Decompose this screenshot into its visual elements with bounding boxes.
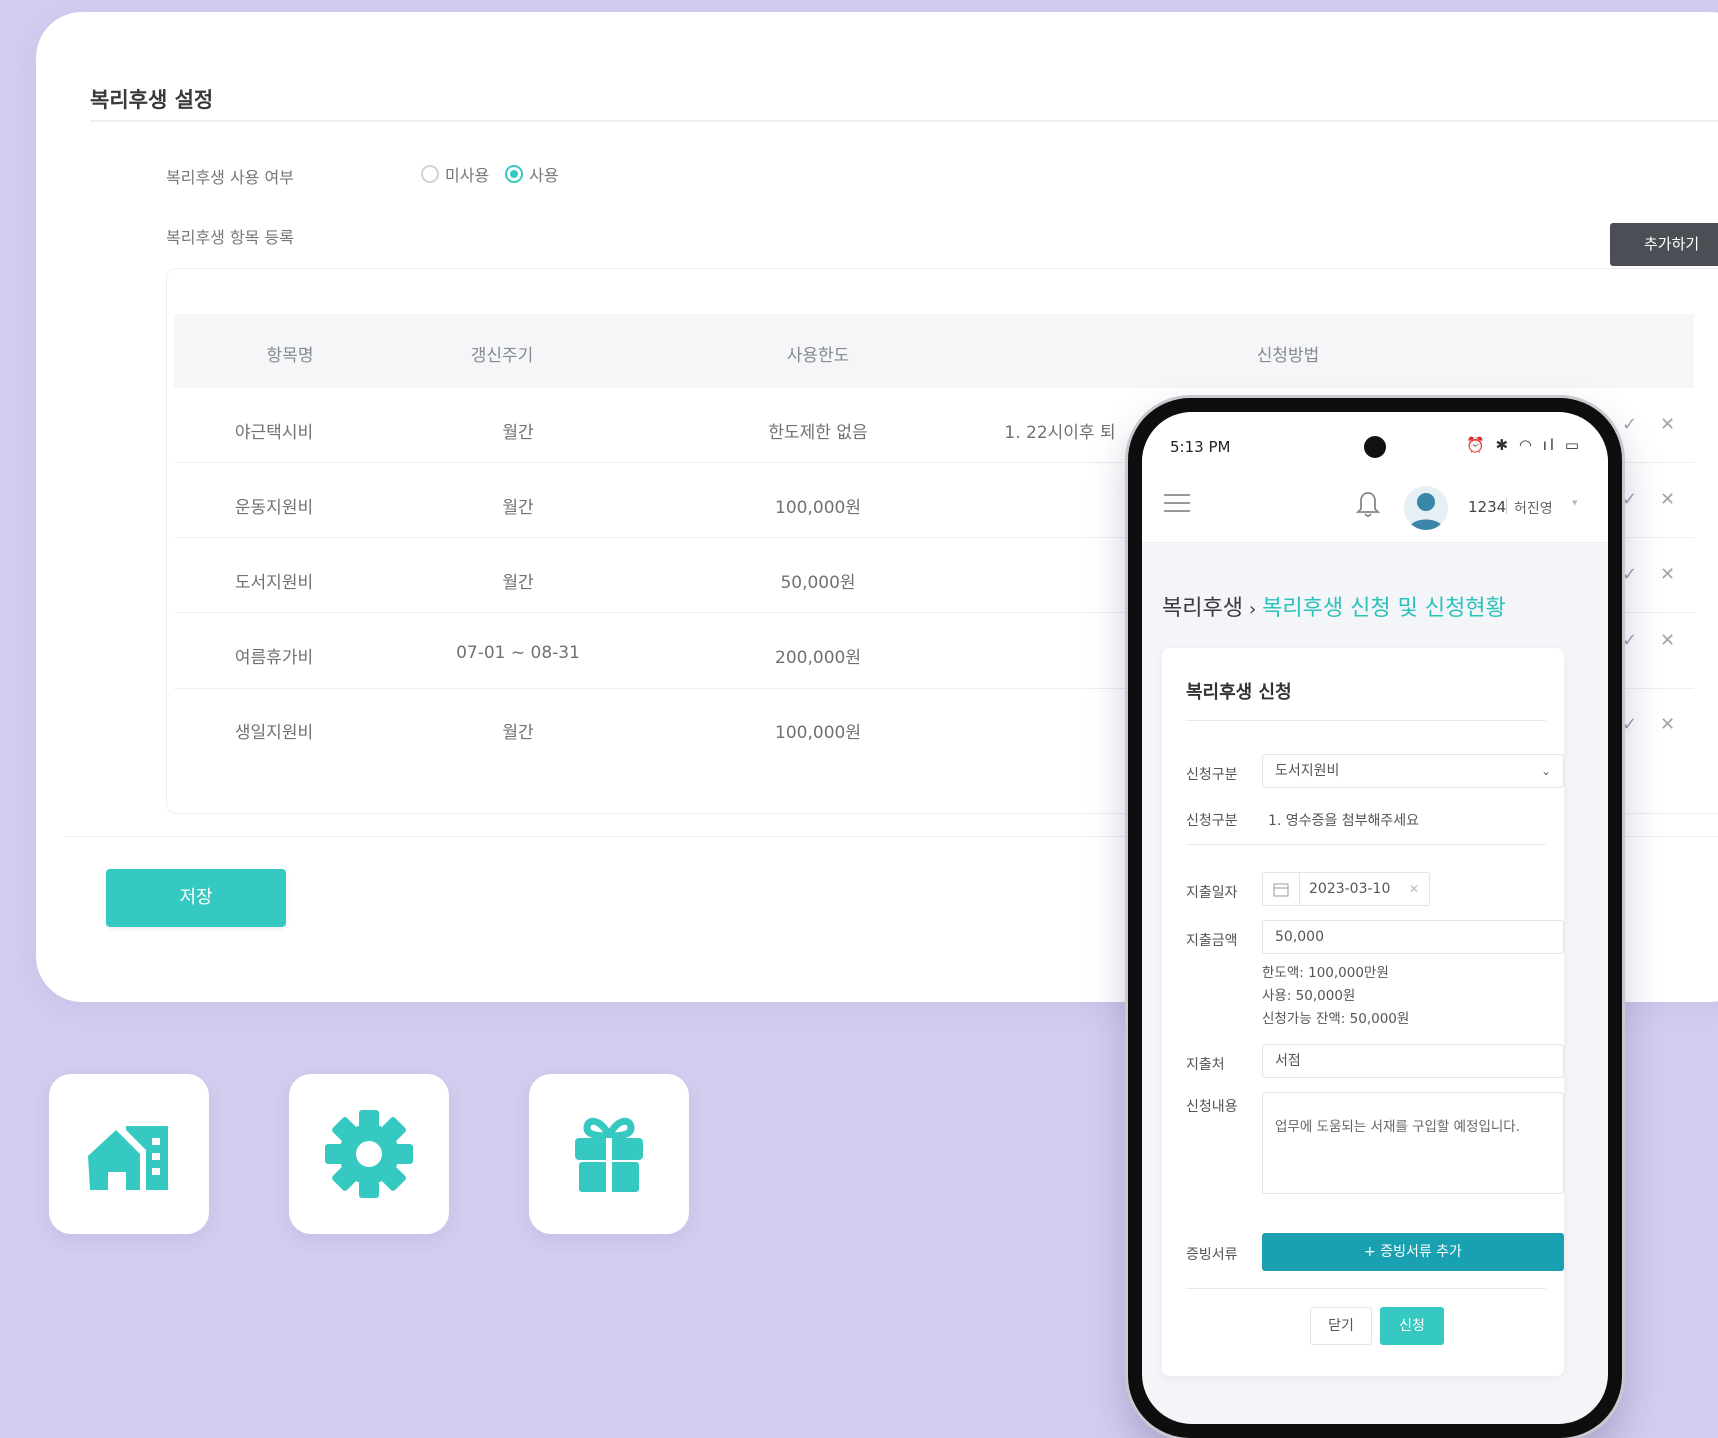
table-cell-name: 운동지원비 [234,498,314,518]
used-text: 사용: 50,000원 [1262,988,1356,1004]
breadcrumb-current: 복리후생 신청 및 신청현황 [1262,596,1506,621]
home-icon [88,1126,168,1190]
table-cell-limit: 200,000원 [775,648,861,668]
status-icons: ⏰ ✱ ◠ ıl ▭ [1466,436,1582,454]
table-cell-cycle: 월간 [502,573,534,593]
chevron-right-icon: › [1248,599,1257,620]
date-picker[interactable]: 2023-03-10 ✕ [1262,872,1430,906]
use-radio-group: 미사용 사용 [421,162,575,186]
table-cell-name: 도서지원비 [234,573,314,593]
column-header-name: 항목명 [266,346,314,366]
amount-label: 지출금액 [1186,933,1238,949]
chevron-down-icon[interactable]: ▾ [1572,496,1578,509]
place-input[interactable]: 서점 [1262,1044,1564,1078]
date-value: 2023-03-10 [1309,881,1391,897]
place-value: 서점 [1275,1053,1301,1069]
proof-label: 증빙서류 [1186,1247,1238,1263]
date-divider [1299,873,1300,905]
content-textarea[interactable]: 업무에 도움되는 서재를 구입할 예정입니다. [1262,1092,1564,1194]
radio-unused-label[interactable]: 미사용 [445,162,489,186]
form-title: 복리후생 신청 [1186,682,1292,703]
remain-text: 신청가능 잔액: 50,000원 [1262,1011,1410,1027]
items-register-label: 복리후생 항목 등록 [166,228,294,247]
delete-icon[interactable]: ✕ [1660,714,1675,735]
apply-button[interactable]: 신청 [1380,1307,1444,1345]
apply-form-card: 복리후생 신청 신청구분 도서지원비 ⌄ 신청구분 1. 영수증을 첨부해주세요… [1162,648,1564,1376]
hamburger-menu-icon[interactable] [1164,492,1190,514]
user-divider [1506,498,1507,514]
limit-text: 한도액: 100,000만원 [1262,965,1389,981]
home-tile[interactable] [49,1074,209,1234]
bell-icon[interactable] [1356,490,1380,518]
column-header-limit: 사용한도 [786,346,850,366]
edit-icon[interactable]: ✓ [1622,489,1637,510]
table-cell-name: 야근택시비 [234,423,314,443]
phone-mockup: 5:13 PM ⏰ ✱ ◠ ıl ▭ 1234 허진영 ▾ 복리후생 › 복리후… [1128,398,1622,1438]
table-cell-cycle: 월간 [502,723,534,743]
balance-info: 한도액: 100,000만원 사용: 50,000원 신청가능 잔액: 50,0… [1262,962,1409,1031]
user-name[interactable]: 허진영 [1514,498,1553,518]
edit-icon[interactable]: ✓ [1622,714,1637,735]
edit-icon[interactable]: ✓ [1622,630,1637,651]
use-setting-label: 복리후생 사용 여부 [166,168,294,187]
amount-input[interactable]: 50,000 [1262,920,1564,954]
table-cell-cycle: 월간 [502,423,534,443]
add-proof-button[interactable]: + 증빙서류 추가 [1262,1233,1564,1271]
status-time: 5:13 PM [1170,438,1231,456]
table-cell-limit: 50,000원 [780,573,856,593]
breadcrumb-parent[interactable]: 복리후생 [1162,596,1243,621]
edit-icon[interactable]: ✓ [1622,564,1637,585]
phone-screen: 5:13 PM ⏰ ✱ ◠ ıl ▭ 1234 허진영 ▾ 복리후생 › 복리후… [1142,412,1608,1424]
divider [1186,1288,1546,1289]
save-button[interactable]: 저장 [106,869,286,927]
delete-icon[interactable]: ✕ [1660,564,1675,585]
radio-used[interactable] [505,165,524,183]
camera-icon [1364,436,1386,458]
divider [90,120,1718,122]
add-item-button[interactable]: 추가하기 [1610,223,1718,266]
gift-icon [575,1117,643,1194]
column-header-method: 신청방법 [1256,346,1320,366]
divider [1186,720,1546,721]
divider [1186,844,1546,845]
category-label: 신청구분 [1186,767,1238,783]
settings-tile[interactable] [289,1074,449,1234]
calendar-icon [1273,883,1289,897]
status-bar: 5:13 PM ⏰ ✱ ◠ ıl ▭ [1142,412,1608,468]
amount-value: 50,000 [1275,929,1324,945]
place-label: 지출처 [1186,1057,1225,1073]
category-select[interactable]: 도서지원비 ⌄ [1262,754,1564,788]
clear-icon[interactable]: ✕ [1409,873,1419,905]
delete-icon[interactable]: ✕ [1660,489,1675,510]
date-label: 지출일자 [1186,885,1238,901]
delete-icon[interactable]: ✕ [1660,630,1675,651]
table-cell-cycle: 07-01 ~ 08-31 [456,643,580,663]
table-cell-method: 1. 22시이후 퇴 [1004,423,1116,443]
table-cell-name: 생일지원비 [234,723,314,743]
page-title: 복리후생 설정 [90,88,214,112]
radio-unused[interactable] [421,165,439,183]
method-label: 신청구분 [1186,813,1238,829]
radio-used-label[interactable]: 사용 [529,162,558,186]
user-id: 1234 [1468,498,1507,516]
method-text: 1. 영수증을 첨부해주세요 [1268,813,1420,829]
table-header [174,314,1694,388]
table-cell-name: 여름휴가비 [234,648,314,668]
content-label: 신청내용 [1186,1099,1238,1115]
gear-icon [325,1110,413,1198]
delete-icon[interactable]: ✕ [1660,414,1675,435]
edit-icon[interactable]: ✓ [1622,414,1637,435]
table-cell-limit: 100,000원 [775,723,861,743]
breadcrumb: 복리후생 › 복리후생 신청 및 신청현황 [1162,590,1506,622]
table-cell-limit: 100,000원 [775,498,861,518]
gift-tile[interactable] [529,1074,689,1234]
app-header: 1234 허진영 ▾ [1142,468,1608,543]
table-cell-limit: 한도제한 없음 [768,423,868,443]
table-cell-cycle: 월간 [502,498,534,518]
category-select-value: 도서지원비 [1275,763,1340,779]
chevron-down-icon: ⌄ [1540,764,1551,778]
column-header-cycle: 갱신주기 [470,346,534,366]
avatar[interactable] [1404,486,1448,530]
close-button[interactable]: 닫기 [1310,1307,1372,1345]
